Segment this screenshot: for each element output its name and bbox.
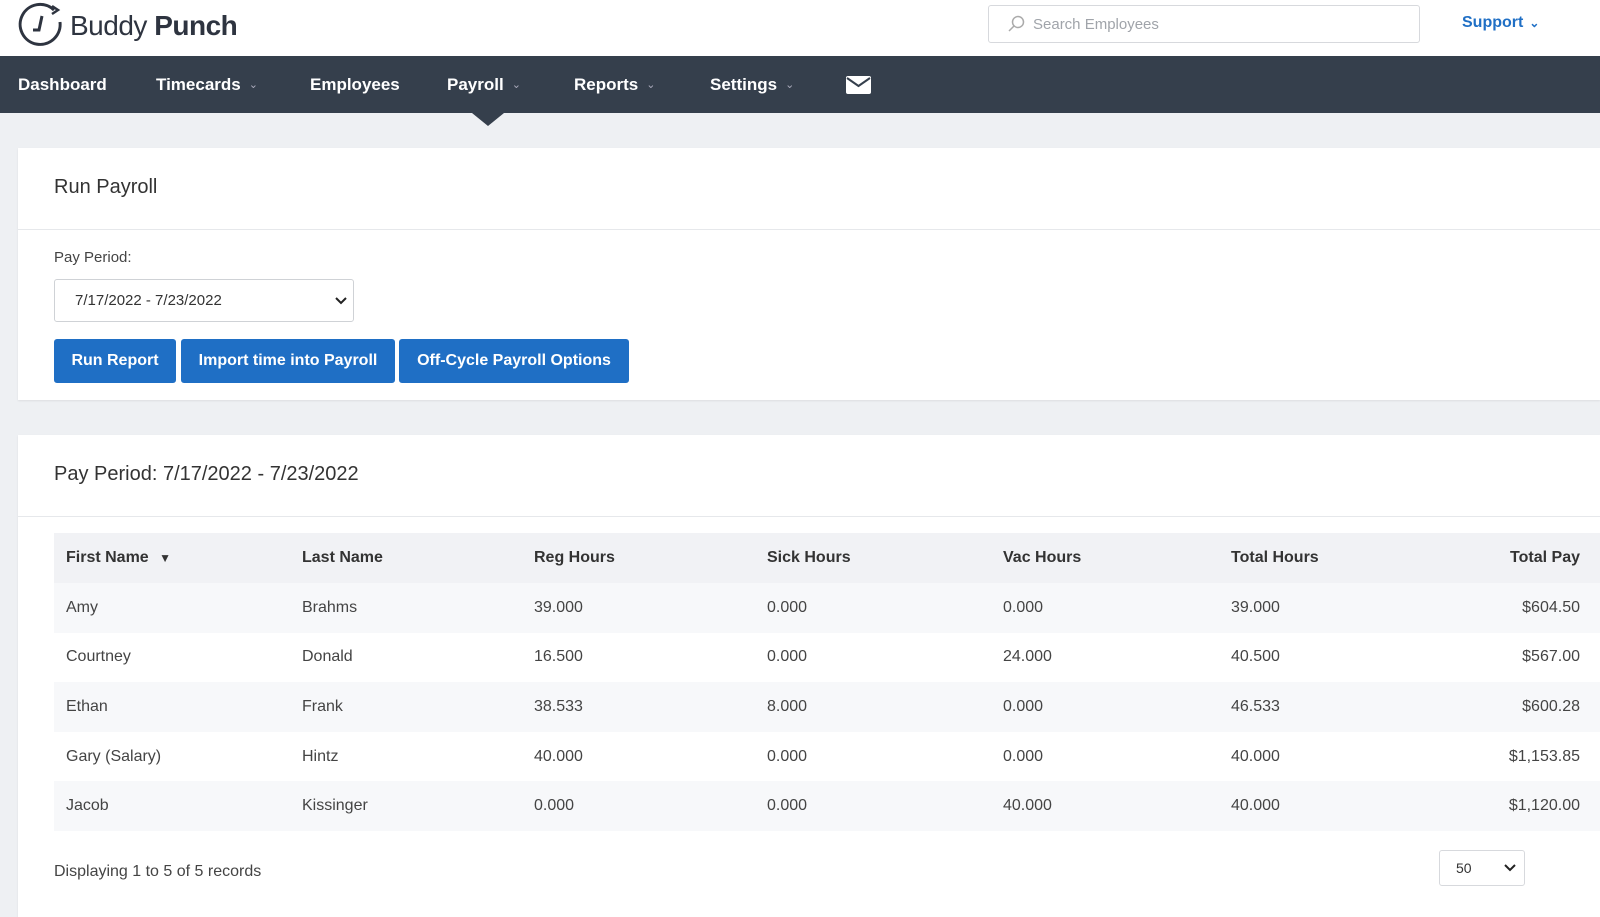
cell-total-hours: 46.533 (1219, 682, 1449, 732)
cell-total-hours: 40.000 (1231, 747, 1280, 765)
envelope-icon (846, 75, 871, 94)
col-total-hours[interactable]: Total Hours (1219, 533, 1449, 583)
cell-vac-hours: 24.000 (1003, 648, 1052, 666)
main-nav: Dashboard Timecards ⌄ Employees Payroll ⌄ … (0, 56, 1600, 113)
nav-settings[interactable]: Settings ⌄ (710, 56, 794, 113)
search-employees-input[interactable] (1033, 15, 1413, 33)
chevron-down-icon: ⌄ (1529, 16, 1540, 30)
support-label: Support (1462, 14, 1524, 31)
cell-last-name: Kissinger (290, 781, 522, 831)
chevron-down-icon: ⌄ (511, 79, 521, 91)
table-row[interactable]: Jacob Kissinger 0.000 0.000 40.000 40.000 $1,1… (54, 781, 1600, 831)
run-report-button[interactable]: Run Report (54, 339, 176, 383)
col-reg-hours[interactable]: Reg Hours (522, 533, 755, 583)
table-row[interactable]: Ethan Frank 38.533 8.000 0.000 46.533 $600.28 (54, 682, 1600, 732)
logo[interactable]: Buddy Punch (18, 2, 238, 50)
chevron-down-icon: ⌄ (248, 79, 258, 91)
cell-first-name: Jacob (54, 781, 290, 831)
nav-dashboard[interactable]: Dashboard (18, 56, 107, 113)
cell-reg-hours: 39.000 (522, 583, 755, 633)
page-title: Run Payroll (54, 176, 158, 198)
cell-sick-hours: 0.000 (767, 648, 808, 666)
table-header: First Name ▼ Last Name Reg Hours Sick Ho… (54, 533, 1600, 583)
table-row[interactable]: Courtney Donald 16.500 0.000 24.000 40.500 $56… (54, 633, 1600, 683)
import-time-button[interactable]: Import time into Payroll (181, 339, 395, 383)
cell-vac-hours: 40.000 (991, 781, 1219, 831)
col-total-pay[interactable]: Total Pay (1449, 533, 1600, 583)
cell-sick-hours: 0.000 (767, 747, 808, 765)
cell-reg-hours: 0.000 (522, 781, 755, 831)
cell-last-name: Frank (290, 682, 522, 732)
nav-timecards[interactable]: Timecards ⌄ (156, 56, 258, 113)
active-nav-indicator (472, 113, 504, 126)
col-last-name[interactable]: Last Name (290, 533, 522, 583)
clock-logo-icon (18, 2, 62, 46)
page-size-select[interactable]: 50 (1439, 850, 1525, 886)
col-sick-hours[interactable]: Sick Hours (755, 533, 991, 583)
chevron-down-icon (1504, 864, 1516, 872)
cell-sick-hours: 0.000 (755, 583, 991, 633)
messages-button[interactable] (846, 56, 871, 113)
chevron-down-icon (335, 296, 347, 304)
cell-first-name: Gary (Salary) (66, 747, 162, 765)
search-box[interactable] (988, 5, 1420, 43)
cell-total-hours: 39.000 (1219, 583, 1449, 633)
pay-period-results-card: Pay Period: 7/17/2022 - 7/23/2022 First … (18, 435, 1600, 917)
divider (18, 516, 1600, 517)
chevron-down-icon: ⌄ (785, 79, 795, 91)
col-vac-hours[interactable]: Vac Hours (991, 533, 1219, 583)
col-first-name[interactable]: First Name ▼ (54, 533, 290, 583)
cell-vac-hours: 0.000 (991, 583, 1219, 633)
cell-reg-hours: 38.533 (522, 682, 755, 732)
cell-first-name: Amy (54, 583, 290, 633)
cell-first-name: Courtney (66, 648, 131, 666)
pay-period-label: Pay Period: (54, 249, 132, 266)
table-row[interactable]: Gary (Salary) Hintz 40.000 0.000 0.000 40.000… (54, 732, 1600, 782)
support-menu[interactable]: Support ⌄ (1462, 14, 1539, 32)
divider (18, 229, 1600, 230)
cell-first-name: Ethan (54, 682, 290, 732)
cell-last-name: Brahms (290, 583, 522, 633)
brand-name: Buddy Punch (70, 10, 238, 41)
cell-total-pay: $600.28 (1449, 682, 1600, 732)
search-icon (1008, 15, 1025, 32)
run-payroll-card: Run Payroll Pay Period: 7/17/2022 - 7/23… (18, 148, 1600, 400)
pay-period-select[interactable]: 7/17/2022 - 7/23/2022 (54, 279, 354, 322)
cell-total-pay: $567.00 (1522, 648, 1580, 666)
pay-period-value: 7/17/2022 - 7/23/2022 (75, 292, 222, 309)
cell-vac-hours: 0.000 (991, 682, 1219, 732)
cell-last-name: Hintz (302, 747, 339, 765)
cell-sick-hours: 8.000 (755, 682, 991, 732)
payroll-table: First Name ▼ Last Name Reg Hours Sick Ho… (54, 533, 1600, 831)
sort-down-icon: ▼ (159, 551, 172, 565)
nav-payroll[interactable]: Payroll ⌄ (447, 56, 521, 113)
cell-total-pay: $1,120.00 (1449, 781, 1600, 831)
cell-total-pay: $604.50 (1449, 583, 1600, 633)
results-title: Pay Period: 7/17/2022 - 7/23/2022 (54, 463, 359, 485)
table-row[interactable]: Amy Brahms 39.000 0.000 0.000 39.000 $604.50 (54, 583, 1600, 633)
cell-reg-hours: 40.000 (534, 747, 583, 765)
cell-total-hours: 40.500 (1231, 648, 1280, 666)
page-size-value: 50 (1456, 860, 1472, 876)
cell-sick-hours: 0.000 (755, 781, 991, 831)
cell-last-name: Donald (302, 648, 353, 666)
cell-vac-hours: 0.000 (1003, 747, 1044, 765)
nav-reports[interactable]: Reports ⌄ (574, 56, 655, 113)
cell-total-hours: 40.000 (1219, 781, 1449, 831)
top-bar: Buddy Punch Support ⌄ (0, 0, 1600, 56)
nav-employees[interactable]: Employees (310, 56, 400, 113)
cell-total-pay: $1,153.85 (1508, 747, 1580, 765)
records-count: Displaying 1 to 5 of 5 records (54, 863, 262, 880)
chevron-down-icon: ⌄ (646, 79, 656, 91)
cell-reg-hours: 16.500 (534, 648, 583, 666)
off-cycle-payroll-button[interactable]: Off-Cycle Payroll Options (399, 339, 629, 383)
